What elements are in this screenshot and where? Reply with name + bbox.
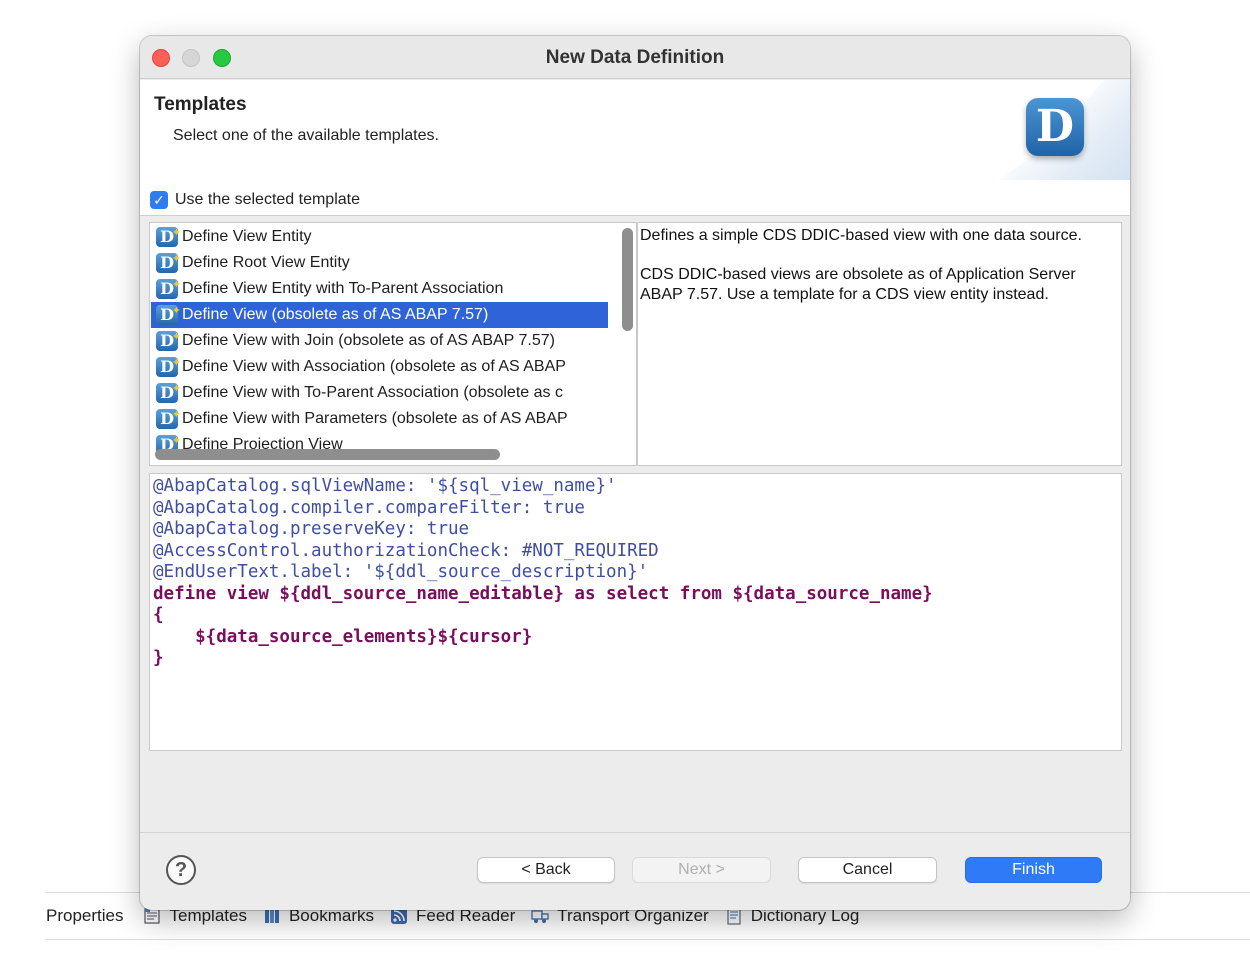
vertical-scrollbar[interactable]	[622, 228, 633, 331]
code-line: define view ${ddl_source_name_editable} …	[153, 583, 933, 604]
use-template-checkbox[interactable]: ✓ Use the selected template	[150, 191, 360, 209]
template-code-preview[interactable]: @AbapCatalog.sqlViewName: '${sql_view_na…	[149, 473, 1122, 751]
page-title: Templates	[154, 94, 247, 115]
code-line: @AbapCatalog.sqlViewName: '${sql_view_na…	[153, 476, 617, 496]
template-label: Define View with Join (obsolete as of AS…	[182, 332, 555, 349]
dialog-title: New Data Definition	[545, 47, 725, 68]
checkmark-icon: ✓	[150, 191, 168, 209]
code-line: @AbapCatalog.compiler.compareFilter: tru…	[153, 497, 585, 518]
list-item[interactable]: D ✦ Define View Entity	[151, 224, 608, 250]
horizontal-scrollbar[interactable]	[155, 449, 500, 460]
page-subtitle: Select one of the available templates.	[173, 127, 439, 144]
code-line: @EndUserText.label: '${ddl_source_descri…	[153, 562, 649, 582]
template-label: Define View with To-Parent Association (…	[182, 384, 563, 401]
ddic-template-icon: D ✦	[156, 304, 181, 325]
ddic-template-icon: D ✦	[156, 356, 181, 377]
finish-button[interactable]: Finish	[965, 857, 1102, 883]
ddic-template-icon: D ✦	[156, 408, 181, 429]
list-item-selected[interactable]: D ✦ Define View (obsolete as of AS ABAP 7…	[151, 302, 608, 328]
new-data-definition-dialog: New Data Definition Templates Select one…	[140, 36, 1130, 910]
tab-properties[interactable]: Properties	[46, 906, 123, 926]
list-item[interactable]: D ✦ Define Root View Entity	[151, 250, 608, 276]
list-item[interactable]: D ✦ Define View with Parameters (obsolete…	[151, 406, 608, 432]
template-description: Defines a simple CDS DDIC-based view wit…	[637, 222, 1122, 466]
ddic-d-logo-icon: D	[1026, 98, 1084, 156]
use-template-label: Use the selected template	[175, 191, 360, 208]
ddic-template-icon: D ✦	[156, 278, 181, 299]
ddic-template-icon: D ✦	[156, 226, 181, 247]
next-button: Next >	[632, 857, 771, 883]
title-bar[interactable]: New Data Definition	[140, 36, 1130, 79]
template-list[interactable]: D ✦ Define View Entity D ✦ Define Root Vie…	[149, 222, 637, 466]
cancel-button[interactable]: Cancel	[798, 857, 937, 883]
tab-properties-label: Properties	[46, 906, 124, 925]
template-label: Define Root View Entity	[182, 254, 350, 271]
template-label: Define View Entity	[182, 228, 312, 245]
code-line: @AbapCatalog.preserveKey: true	[153, 519, 470, 539]
template-label: Define View with Parameters (obsolete as…	[182, 410, 568, 427]
ddic-template-icon: D ✦	[156, 330, 181, 351]
ddic-template-icon: D ✦	[156, 252, 181, 273]
list-item[interactable]: D ✦ Define View with Association (obsolet…	[151, 354, 608, 380]
list-item[interactable]: D ✦ Define View with Join (obsolete as of…	[151, 328, 608, 354]
description-paragraph: CDS DDIC-based views are obsolete as of …	[640, 266, 1076, 303]
help-button[interactable]: ?	[166, 855, 196, 885]
list-item[interactable]: D ✦ Define View with To-Parent Associatio…	[151, 380, 608, 406]
template-label: Define View Entity with To-Parent Associ…	[182, 280, 504, 297]
code-line: {	[153, 605, 164, 625]
footer-divider	[140, 832, 1130, 833]
ddic-template-icon: D ✦	[156, 382, 181, 403]
code-line: @AccessControl.authorizationCheck: #NOT_…	[153, 540, 659, 561]
code-line: }	[153, 648, 164, 668]
template-label: Define View (obsolete as of AS ABAP 7.57…	[182, 306, 489, 323]
template-label: Define View with Association (obsolete a…	[182, 358, 566, 375]
code-line: ${data_source_elements}${cursor}	[153, 626, 533, 647]
list-item[interactable]: D ✦ Define View Entity with To-Parent Ass…	[151, 276, 608, 302]
back-button[interactable]: < Back	[477, 857, 615, 883]
description-paragraph: Defines a simple CDS DDIC-based view wit…	[640, 227, 1082, 244]
